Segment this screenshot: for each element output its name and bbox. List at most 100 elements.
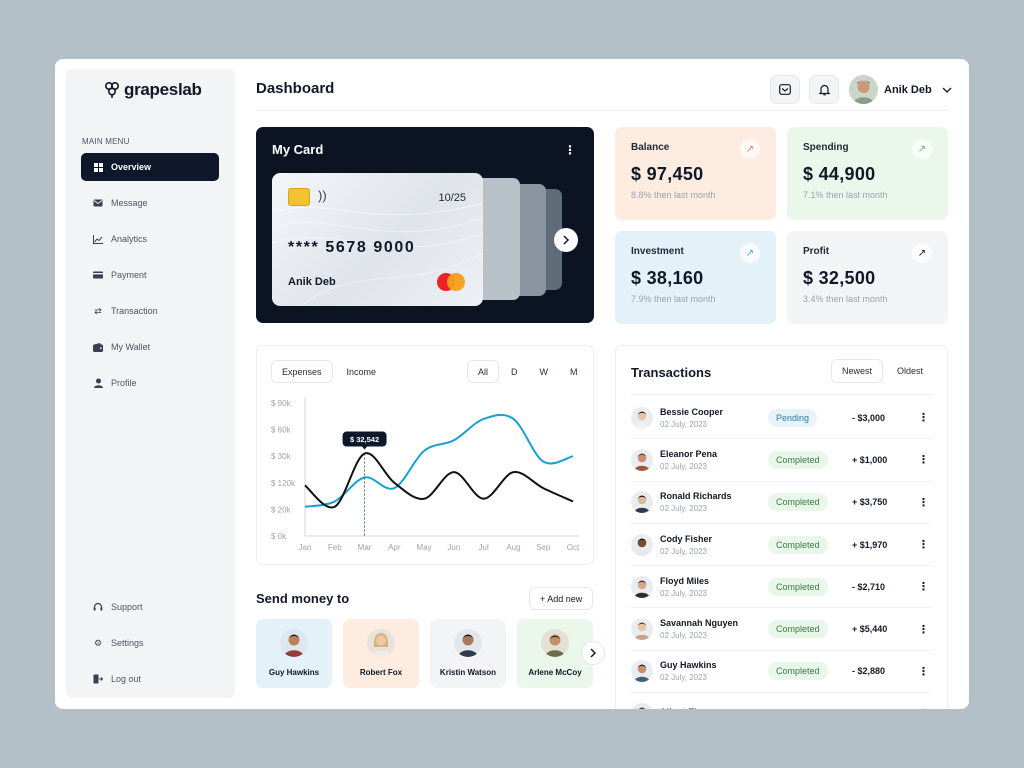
range-week[interactable]: W xyxy=(530,360,559,383)
card-holder: Anik Deb xyxy=(288,276,336,288)
sidebar-item-overview[interactable]: Overview xyxy=(81,153,219,181)
tx-party: Cody Fisher 02 July, 2023 xyxy=(660,534,768,556)
line-chart[interactable]: $ 0k $ 20k $ 120k $ 30k $ 60k $ 90k Jan Feb Mar A… xyxy=(257,386,593,556)
more-options-icon[interactable]: ⋮ xyxy=(918,538,929,551)
inbox-button[interactable] xyxy=(770,75,800,104)
sidebar-item-transaction[interactable]: ⇄ Transaction xyxy=(81,297,219,325)
series-line-black[interactable] xyxy=(304,452,574,509)
stat-card-profit[interactable]: Profit $ 32,500 3.4% then last month ↗ xyxy=(787,231,948,324)
my-card-panel: My Card ⋮ )) 10/25 **** 5678 9000 Anik D… xyxy=(256,127,594,323)
stat-card-spending[interactable]: Spending $ 44,900 7.1% then last month ↗ xyxy=(787,127,948,220)
next-card-button[interactable] xyxy=(554,228,578,252)
tx-amount: + $5,440 xyxy=(852,624,888,635)
swap-icon: ⇄ xyxy=(94,305,102,316)
wallet-icon xyxy=(93,342,103,352)
stat-value: $ 44,900 xyxy=(803,164,876,184)
contact-name: Robert Fox xyxy=(359,668,403,677)
sidebar-item-log-out[interactable]: Log out xyxy=(81,665,219,693)
sort-oldest[interactable]: Oldest xyxy=(887,359,933,383)
sidebar-item-profile[interactable]: Profile xyxy=(81,369,219,397)
headset-icon xyxy=(93,602,103,612)
avatar xyxy=(280,629,308,657)
tab-income[interactable]: Income xyxy=(337,360,387,383)
contact-card[interactable]: Kristin Watson xyxy=(430,619,506,688)
more-options-icon[interactable]: ⋮ xyxy=(918,496,929,509)
status-badge: Completed xyxy=(768,535,828,554)
y-tick-label: $ 20k xyxy=(271,505,292,514)
sidebar-item-payment[interactable]: Payment xyxy=(81,261,219,289)
logout-icon xyxy=(93,674,103,684)
table-row[interactable]: Savannah Nguyen 02 July, 2023 Completed +… xyxy=(631,608,932,651)
user-name: Anik Deb xyxy=(884,83,932,96)
table-row[interactable]: Eleanor Pena 02 July, 2023 Completed + $1… xyxy=(631,439,932,482)
sidebar-item-analytics[interactable]: Analytics xyxy=(81,225,219,253)
arrow-up-right-icon[interactable]: ↗ xyxy=(912,243,932,263)
credit-card[interactable]: )) 10/25 **** 5678 9000 Anik Deb xyxy=(272,173,483,306)
avatar xyxy=(367,629,395,657)
stat-card-investment[interactable]: Investment $ 38,160 7.9% then last month… xyxy=(615,231,776,324)
arrow-up-right-icon[interactable]: ↗ xyxy=(912,139,932,159)
transactions-title: Transactions xyxy=(631,365,712,380)
sort-newest[interactable]: Newest xyxy=(830,359,883,383)
tx-amount: - $2,880 xyxy=(852,666,886,677)
contact-name: Kristin Watson xyxy=(439,668,497,677)
arrow-up-right-icon[interactable]: ↗ xyxy=(740,243,760,263)
cashflow-chart-panel: Expenses Income All D W M $ 0k $ 20k $ 120… xyxy=(256,345,594,565)
table-row[interactable]: Albert Flores ⋮ xyxy=(631,693,932,709)
notifications-button[interactable] xyxy=(809,75,839,104)
user-menu[interactable]: Anik Deb xyxy=(849,75,952,104)
sidebar-item-label: Profile xyxy=(111,378,137,388)
chevron-right-icon xyxy=(590,648,596,658)
transactions-sort: Newest Oldest xyxy=(830,359,933,383)
table-row[interactable]: Guy Hawkins 02 July, 2023 Completed - $2,… xyxy=(631,651,932,694)
stat-card-balance[interactable]: Balance $ 97,450 8.8% then last month ↗ xyxy=(615,127,776,220)
sidebar-item-my-wallet[interactable]: My Wallet xyxy=(81,333,219,361)
y-tick-label: $ 30k xyxy=(271,452,292,461)
tx-amount: - $3,000 xyxy=(852,412,886,423)
brand-logo[interactable]: grapeslab xyxy=(104,80,202,100)
range-day[interactable]: D xyxy=(501,360,528,383)
tx-party: Guy Hawkins 02 July, 2023 xyxy=(660,660,768,682)
tab-expenses[interactable]: Expenses xyxy=(271,360,333,383)
contact-card[interactable]: Guy Hawkins xyxy=(256,619,332,688)
more-options-icon[interactable]: ⋮ xyxy=(918,665,929,678)
contact-card[interactable]: Robert Fox xyxy=(343,619,419,688)
gear-icon: ⚙ xyxy=(93,637,103,648)
table-row[interactable]: Ronald Richards 02 July, 2023 Completed +… xyxy=(631,482,932,524)
stat-change: 3.4% then last month xyxy=(803,294,888,304)
next-contacts-button[interactable] xyxy=(581,641,605,665)
x-tick-label: May xyxy=(417,543,432,552)
send-money-title: Send money to xyxy=(256,591,350,606)
sidebar-item-settings[interactable]: ⚙ Settings xyxy=(81,629,219,657)
table-row[interactable]: Cody Fisher 02 July, 2023 Completed + $1,… xyxy=(631,524,932,567)
contact-name: Guy Hawkins xyxy=(268,668,320,677)
y-tick-label: $ 120k xyxy=(271,479,296,488)
table-row[interactable]: Bessie Cooper 02 July, 2023 Pending - $3,… xyxy=(631,397,932,440)
sidebar-item-message[interactable]: Message xyxy=(81,189,219,217)
app-window: grapeslab MAIN MENU Overview Message Ana xyxy=(55,59,969,709)
mail-icon xyxy=(93,198,103,208)
card-options-icon[interactable]: ⋮ xyxy=(564,143,576,157)
more-options-icon[interactable]: ⋮ xyxy=(918,411,929,424)
range-all[interactable]: All xyxy=(467,360,500,383)
sidebar-item-support[interactable]: Support xyxy=(81,593,219,621)
contact-name: Arlene McCoy xyxy=(528,668,582,677)
x-tick-label: Jun xyxy=(447,543,460,552)
more-options-icon[interactable]: ⋮ xyxy=(918,623,929,636)
table-row[interactable]: Floyd Miles 02 July, 2023 Completed - $2,… xyxy=(631,566,932,609)
avatar xyxy=(631,491,653,514)
avatar xyxy=(631,660,653,683)
more-options-icon[interactable]: ⋮ xyxy=(918,707,929,709)
avatar xyxy=(849,75,878,104)
arrow-up-right-icon[interactable]: ↗ xyxy=(740,139,760,159)
status-badge: Completed xyxy=(768,493,828,512)
range-month[interactable]: M xyxy=(560,360,588,383)
avatar xyxy=(631,533,653,556)
chip-icon xyxy=(288,188,310,206)
stat-change: 7.1% then last month xyxy=(803,190,888,200)
more-options-icon[interactable]: ⋮ xyxy=(918,580,929,593)
series-line-blue[interactable] xyxy=(304,413,574,508)
add-new-button[interactable]: + Add new xyxy=(529,587,594,610)
more-options-icon[interactable]: ⋮ xyxy=(918,453,929,466)
secondary-nav: Support ⚙ Settings Log out xyxy=(81,593,219,701)
